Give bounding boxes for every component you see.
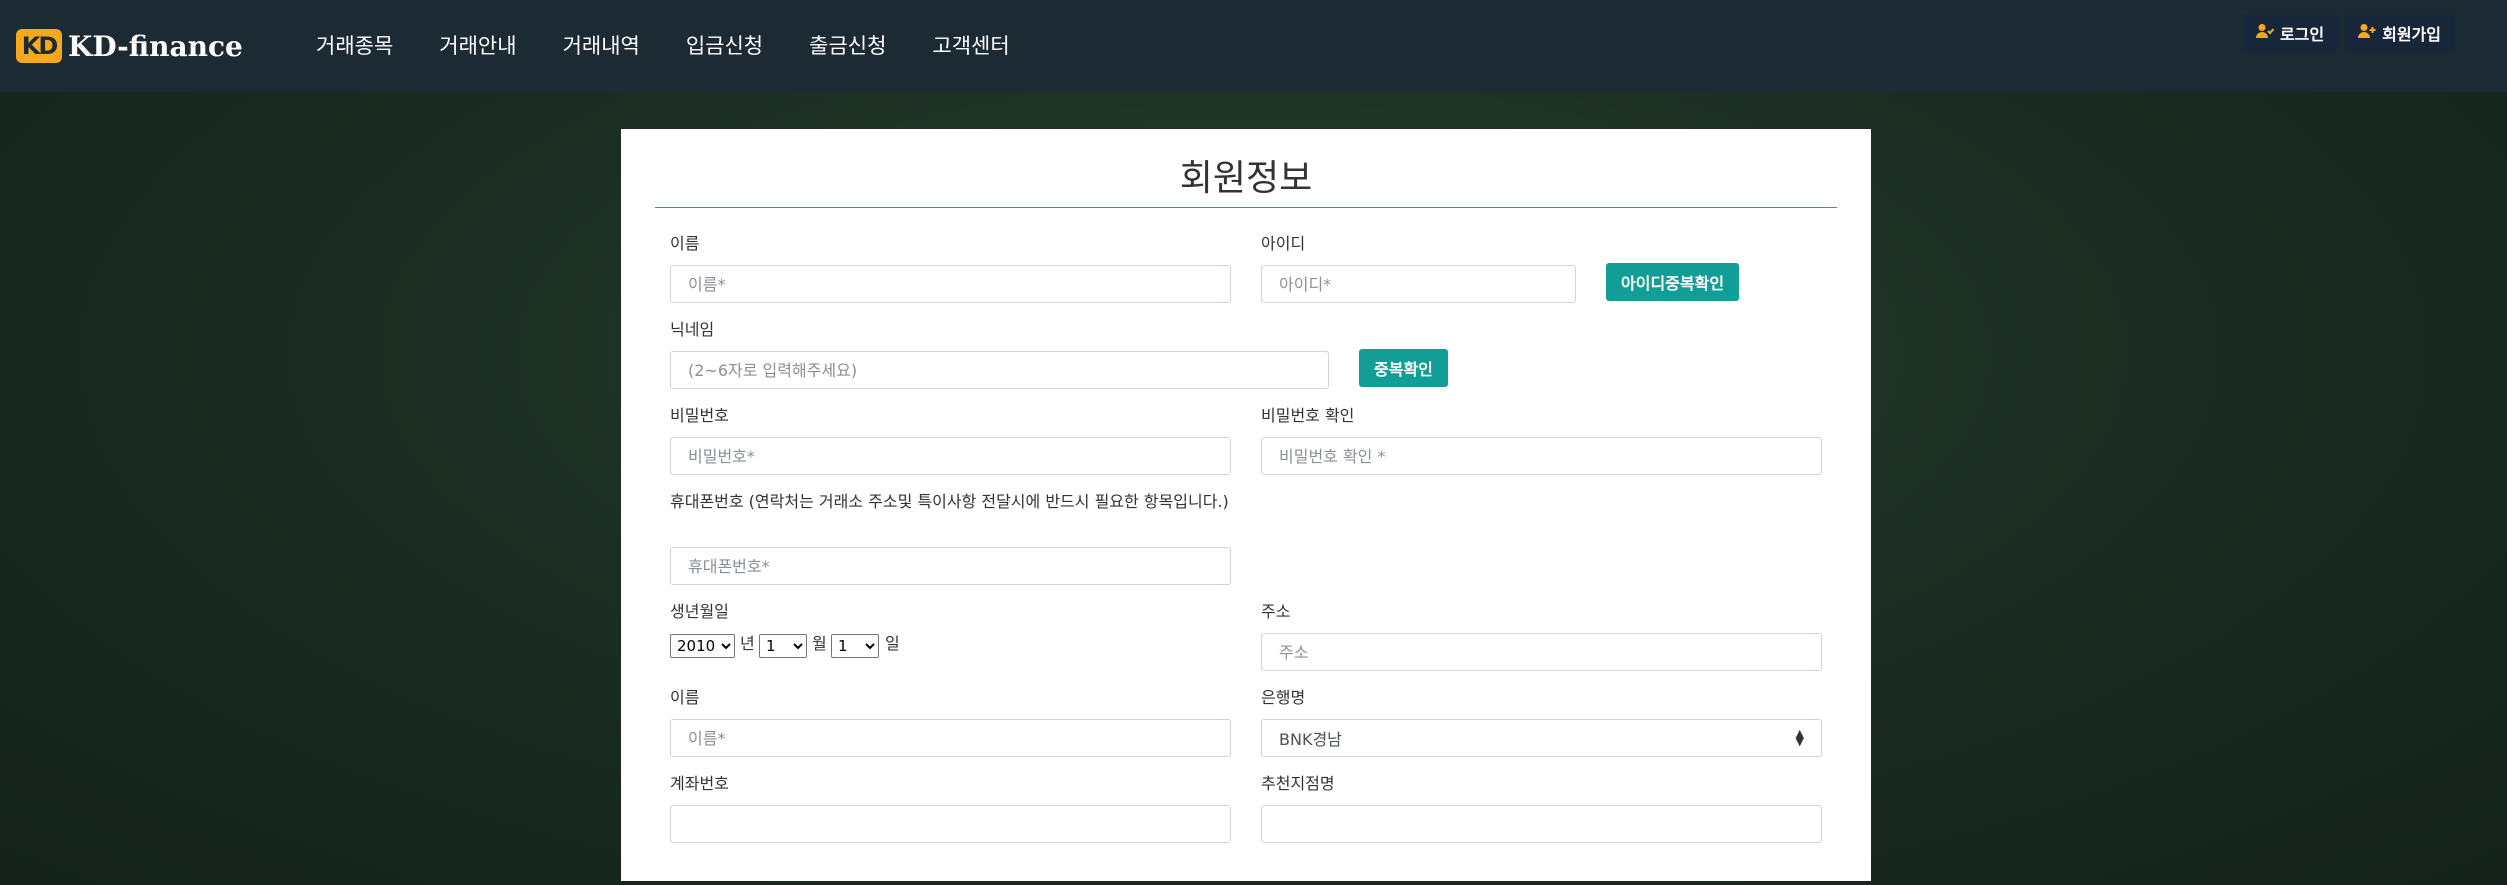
nav-item-trading-history[interactable]: 거래내역: [540, 30, 663, 60]
nickname-input[interactable]: [670, 351, 1329, 389]
password-input[interactable]: [670, 437, 1231, 475]
password-label: 비밀번호: [670, 406, 729, 425]
main-nav: 거래종목 거래안내 거래내역 입금신청 출금신청 고객센터: [300, 30, 1033, 60]
address-input[interactable]: [1261, 633, 1822, 671]
bank-select-value: BNK경남: [1279, 730, 1342, 749]
id-duplicate-check-button[interactable]: 아이디중복확인: [1606, 263, 1740, 301]
bank-label: 은행명: [1261, 688, 1306, 707]
login-label: 로그인: [2279, 25, 2325, 44]
recommend-branch-label: 추천지점명: [1261, 774, 1335, 793]
select-arrows-icon: ▲ ▼: [1795, 727, 1804, 748]
auth-buttons: 로그인 회원가입: [2241, 14, 2455, 52]
nav-item-support[interactable]: 고객센터: [909, 30, 1032, 60]
account-holder-input[interactable]: [670, 719, 1231, 757]
name-input[interactable]: [670, 265, 1231, 303]
user-icon: [2255, 23, 2275, 43]
nickname-label: 닉네임: [670, 320, 715, 339]
birth-day-unit: 일: [885, 634, 900, 653]
address-label: 주소: [1261, 602, 1291, 621]
id-label: 아이디: [1261, 234, 1306, 253]
account-number-label: 계좌번호: [670, 774, 729, 793]
signup-label: 회원가입: [2382, 25, 2441, 44]
member-info-card: 회원정보 이름 아이디 아이디중복확인 닉네임 중복확인 비밀번호 비밀번호 확…: [621, 129, 1871, 881]
page-title: 회원정보: [1179, 158, 1313, 199]
birth-year-unit: 년: [740, 634, 755, 653]
nickname-duplicate-check-button[interactable]: 중복확인: [1359, 349, 1448, 387]
nav-item-trading-items[interactable]: 거래종목: [300, 30, 416, 60]
password-confirm-input[interactable]: [1261, 437, 1822, 475]
logo-mark-icon: KD: [16, 29, 62, 63]
brand-logo[interactable]: KD KD-finance: [16, 28, 243, 64]
name-label: 이름: [670, 234, 700, 253]
title-divider: [655, 207, 1837, 208]
logo-text: KD-finance: [68, 29, 243, 63]
nav-item-withdraw[interactable]: 출금신청: [786, 30, 909, 60]
nav-item-deposit[interactable]: 입금신청: [663, 30, 786, 60]
bank-select[interactable]: BNK경남 ▲ ▼: [1261, 719, 1822, 757]
signup-button[interactable]: 회원가입: [2344, 14, 2455, 52]
account-holder-label: 이름: [670, 688, 700, 707]
birth-month-select[interactable]: 1: [759, 634, 807, 658]
phone-label: 휴대폰번호 (연락처는 거래소 주소및 특이사항 전달시에 반드시 필요한 항목…: [670, 492, 1229, 511]
birth-day-select[interactable]: 1: [831, 634, 879, 658]
birth-month-unit: 월: [812, 634, 827, 653]
phone-input[interactable]: [670, 547, 1231, 585]
top-navbar: KD KD-finance 거래종목 거래안내 거래내역 입금신청 출금신청 고…: [0, 0, 2507, 92]
login-button[interactable]: 로그인: [2241, 14, 2339, 52]
password-confirm-label: 비밀번호 확인: [1261, 406, 1355, 425]
account-number-input[interactable]: [670, 805, 1231, 843]
id-input[interactable]: [1261, 265, 1576, 303]
recommend-branch-input[interactable]: [1261, 805, 1822, 843]
birth-label: 생년월일: [670, 602, 729, 621]
user-plus-icon: [2358, 23, 2376, 43]
nav-item-trading-guide[interactable]: 거래안내: [416, 30, 539, 60]
birth-year-select[interactable]: 2010: [670, 634, 735, 658]
